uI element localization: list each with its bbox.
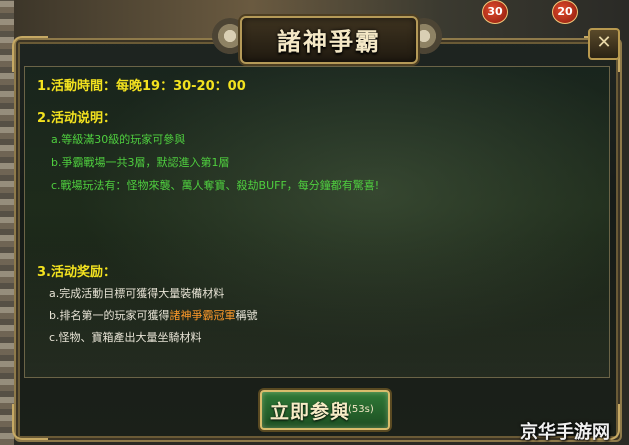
section-heading-description: 2.活动说明： [37,111,116,126]
event-time-row: 1.活動時間：每晚19：30-20：00 [37,75,246,94]
reward-item-text: b.排名第一的玩家可獲得 [49,309,170,322]
description-item: b.爭霸戰場一共3層，默認進入第1層 [51,156,230,169]
title-plate: 諸神爭霸 [240,16,418,64]
reward-item: a.完成活動目標可獲得大量裝備材料 [49,287,225,300]
close-icon: ✕ [596,32,612,53]
reward-item-text: 稱號 [235,309,258,322]
hud-level-value: 30 [487,5,503,18]
corner-ornament-icon [12,404,48,440]
dialog-title: 諸神爭霸 [277,27,381,56]
join-countdown: (53s) [348,404,374,415]
site-watermark: 京华手游网 [520,422,610,443]
reward-item: b.排名第一的玩家可獲得諸神爭霸冠軍稱號 [49,307,257,323]
description-item: c.戰場玩法有：怪物來襲、萬人奪寶、殺劫BUFF，每分鐘都有驚喜! [51,179,380,192]
event-dialog: 諸神爭霸 ✕ 1.活動時間：每晚19：30-20：00 2.活动说明： a.等級… [12,16,622,442]
join-now-button[interactable]: 立即参與 (53s) [260,390,390,430]
description-item: a.等級滿30級的玩家可參與 [51,133,186,146]
hud-level-badge[interactable]: 30 [482,0,508,24]
reward-item: c.怪物、寶箱產出大量坐騎材料 [49,331,202,344]
event-time-value: 每晚19：30-20：00 [115,79,246,94]
champion-title-highlight: 諸神爭霸冠軍 [169,309,236,322]
content-panel: 1.活動時間：每晚19：30-20：00 2.活动说明： a.等級滿30級的玩家… [24,66,610,378]
event-time-label: 1.活動時間： [37,79,116,94]
hud-level-value-2: 20 [557,5,573,18]
close-button[interactable]: ✕ [588,28,620,60]
section-heading-rewards: 3.活动奖励： [37,265,116,280]
hud-level-badge-2[interactable]: 20 [552,0,578,24]
join-button-label: 立即参與 [270,401,351,423]
